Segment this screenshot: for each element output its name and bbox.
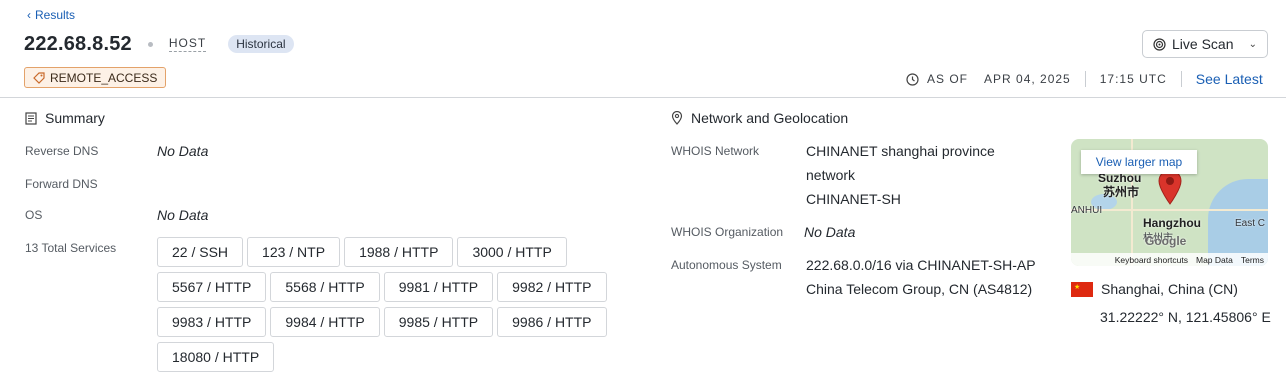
service-chip[interactable]: 3000 / HTTP [457, 237, 567, 267]
keyboard-shortcuts-link[interactable]: Keyboard shortcuts [1115, 255, 1188, 265]
network-section-title: Network and Geolocation [671, 110, 848, 126]
os-value: No Data [157, 207, 209, 223]
whois-org-label: WHOIS Organization [671, 225, 784, 239]
service-chip[interactable]: 22 / SSH [157, 237, 244, 267]
asn-value: 222.68.0.0/16 via CHINANET-SH-AP China T… [806, 253, 1036, 301]
host-ip: 222.68.8.52 [24, 32, 132, 55]
map-city-label: Hangzhou [1143, 216, 1201, 230]
service-chip[interactable]: 9984 / HTTP [270, 307, 380, 337]
as-of-date: APR 04, 2025 [984, 72, 1071, 86]
summary-section-title: Summary [25, 110, 105, 126]
divider [1180, 71, 1182, 87]
whois-network-value: CHINANET shanghai province network CHINA… [806, 139, 995, 211]
view-larger-map-link[interactable]: View larger map [1081, 150, 1197, 174]
whois-network-line: network [806, 167, 856, 183]
tag-label: REMOTE_ACCESS [50, 70, 158, 85]
service-chip[interactable]: 18080 / HTTP [157, 342, 275, 372]
live-scan-label: Live Scan [1172, 36, 1234, 52]
total-services-label: 13 Total Services [25, 241, 117, 255]
map-footer: Keyboard shortcuts Map Data Terms [1071, 253, 1268, 266]
divider [1084, 71, 1086, 87]
map-region-label: ANHUI [1071, 205, 1103, 216]
network-title: Network and Geolocation [691, 110, 849, 126]
service-chip[interactable]: 9983 / HTTP [157, 307, 267, 337]
whois-network-label: WHOIS Network [671, 144, 760, 158]
geo-location-row: ★ Shanghai, China (CN) [1071, 281, 1238, 297]
historical-badge: Historical [228, 35, 294, 53]
service-chip[interactable]: 123 / NTP [247, 237, 341, 267]
as-of-info: AS OF APR 04, 2025 17:15 UTC See Latest [906, 70, 1263, 88]
host-title-row: 222.68.8.52 HOST Historical [24, 32, 294, 56]
location-pin-icon [671, 111, 683, 125]
reverse-dns-label: Reverse DNS [25, 144, 99, 158]
asn-line: 222.68.0.0/16 via CHINANET-SH-AP [806, 257, 1036, 273]
scan-icon [1153, 37, 1166, 51]
location-map[interactable]: Suzhou 苏州市 ANHUI Hangzhou 杭州市 East C Goo… [1071, 139, 1268, 266]
map-data-link[interactable]: Map Data [1196, 255, 1233, 265]
see-latest-link[interactable]: See Latest [1196, 71, 1263, 87]
whois-network-line: CHINANET shanghai province [806, 143, 995, 159]
back-to-results-link[interactable]: ‹ Results [27, 8, 75, 22]
service-chip[interactable]: 1988 / HTTP [344, 237, 454, 267]
remote-access-tag[interactable]: REMOTE_ACCESS [24, 67, 167, 88]
service-chip[interactable]: 9981 / HTTP [383, 272, 494, 302]
clock-icon [906, 72, 919, 86]
service-chip[interactable]: 5568 / HTTP [270, 272, 380, 302]
reverse-dns-value: No Data [157, 143, 209, 159]
separator-dot [147, 41, 153, 47]
terms-link[interactable]: Terms [1241, 255, 1264, 265]
service-chip[interactable]: 9986 / HTTP [497, 307, 607, 337]
service-chip[interactable]: 9985 / HTTP [383, 307, 494, 337]
header-divider [0, 97, 1286, 98]
whois-network-line: CHINANET-SH [806, 191, 901, 207]
asn-line: China Telecom Group, CN (AS4812) [806, 281, 1033, 297]
service-chip[interactable]: 5567 / HTTP [157, 272, 267, 302]
summary-title: Summary [45, 110, 105, 126]
map-region-label: East C [1235, 218, 1266, 229]
chevron-left-icon: ‹ [27, 8, 31, 22]
asn-label: Autonomous System [671, 258, 782, 272]
services-list: 22 / SSH 123 / NTP 1988 / HTTP 3000 / HT… [157, 237, 617, 372]
geo-location: Shanghai, China (CN) [1101, 281, 1238, 297]
live-scan-button[interactable]: Live Scan ⌄ [1142, 30, 1268, 58]
forward-dns-label: Forward DNS [25, 177, 98, 191]
chevron-down-icon: ⌄ [1248, 38, 1257, 50]
geo-coordinates: 31.22222° N, 121.45806° E [1100, 309, 1271, 325]
service-chip[interactable]: 9982 / HTTP [497, 272, 607, 302]
as-of-label: AS OF [927, 72, 969, 86]
host-type-label[interactable]: HOST [168, 36, 207, 52]
map-pin-icon [1158, 169, 1182, 205]
back-link-label: Results [35, 8, 76, 22]
whois-org-value: No Data [804, 224, 856, 240]
as-of-time: 17:15 UTC [1099, 72, 1167, 86]
map-city-label: 苏州市 [1103, 185, 1140, 199]
os-label: OS [25, 208, 43, 222]
google-logo: Google [1145, 234, 1187, 248]
china-flag-icon: ★ [1071, 281, 1093, 297]
document-icon [25, 111, 37, 125]
tag-icon [33, 71, 45, 84]
